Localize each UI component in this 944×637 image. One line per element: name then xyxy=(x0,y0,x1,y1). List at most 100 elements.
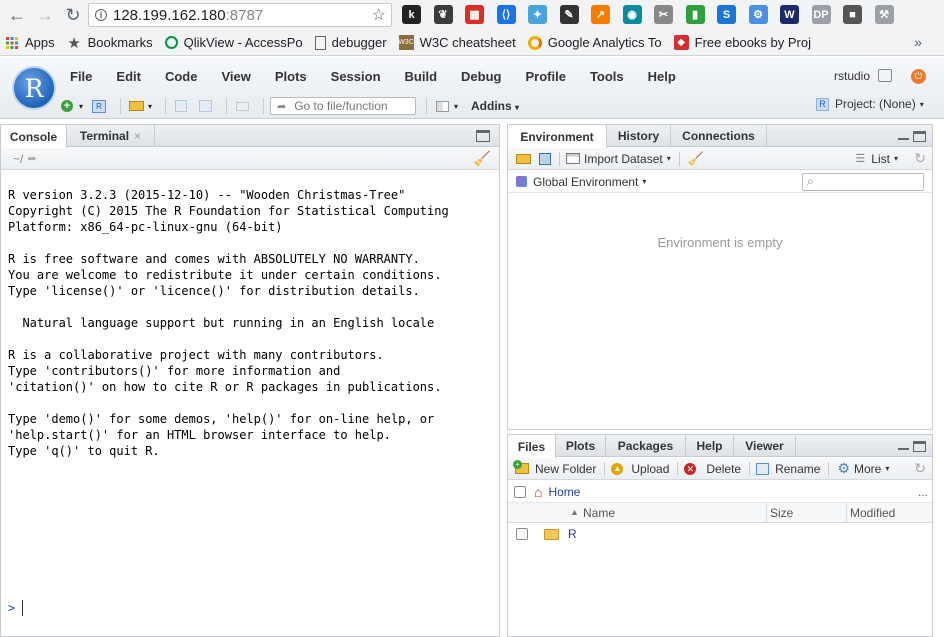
import-dataset-button[interactable]: Import Dataset ▾ xyxy=(566,152,671,166)
more-menu[interactable]: ⚙ More ▾ xyxy=(837,460,889,477)
dp-ext-icon[interactable]: DP xyxy=(811,5,831,24)
project-menu[interactable]: R Project: (None) ▾ xyxy=(816,97,924,111)
bars-ext-icon[interactable]: ▮ xyxy=(685,5,705,24)
breadcrumb-home-link[interactable]: Home xyxy=(548,485,580,499)
bookmark-apps[interactable]: Apps xyxy=(4,35,55,50)
save-workspace-icon[interactable] xyxy=(539,152,551,165)
bookmark-google-analytics[interactable]: Google Analytics To xyxy=(527,35,662,50)
eye-ext-icon[interactable]: ◉ xyxy=(622,5,642,24)
minimize-pane-icon[interactable] xyxy=(898,447,909,450)
menu-session[interactable]: Session xyxy=(331,69,381,84)
environment-search-input[interactable]: ⌕ xyxy=(802,173,924,191)
pane-layout-icon[interactable] xyxy=(433,98,451,114)
column-header-size[interactable]: Size xyxy=(770,506,793,520)
proxy-ext-icon[interactable]: ⚙ xyxy=(748,5,768,24)
bookmark-qlikview[interactable]: QlikView - AccessPo xyxy=(164,35,303,50)
tab-environment[interactable]: Environment xyxy=(508,125,607,148)
new-folder-button[interactable]: + New Folder xyxy=(513,460,596,476)
tab-terminal[interactable]: Terminal × xyxy=(67,125,155,147)
refresh-icon[interactable]: ↻ xyxy=(914,460,926,477)
menu-build[interactable]: Build xyxy=(405,69,438,84)
open-file-dropdown-icon[interactable]: ▾ xyxy=(147,98,153,114)
menu-help[interactable]: Help xyxy=(648,69,676,84)
maximize-pane-icon[interactable] xyxy=(913,131,926,142)
column-header-modified[interactable]: Modified xyxy=(850,506,895,520)
column-header-name[interactable]: Name xyxy=(583,506,615,520)
bookmark-w3c[interactable]: W3C W3C cheatsheet xyxy=(398,35,516,50)
forward-arrow-icon[interactable]: → xyxy=(34,4,56,26)
sign-out-icon[interactable] xyxy=(878,69,892,82)
minimize-pane-icon[interactable] xyxy=(898,137,909,140)
info-icon[interactable]: i xyxy=(95,9,107,21)
back-arrow-icon[interactable]: ← xyxy=(6,4,28,26)
clear-workspace-icon[interactable]: 🧹 xyxy=(688,151,704,167)
tab-help[interactable]: Help xyxy=(686,435,734,457)
address-bar[interactable]: i 128.199.162.180:8787 ☆ xyxy=(88,3,392,27)
menu-tools[interactable]: Tools xyxy=(590,69,624,84)
evernote-icon[interactable]: ❦ xyxy=(433,5,453,24)
new-project-icon[interactable]: R xyxy=(90,98,108,114)
goto-dir-icon[interactable]: ➦ xyxy=(27,152,36,165)
refresh-icon[interactable]: ↻ xyxy=(914,150,926,167)
tab-packages[interactable]: Packages xyxy=(606,435,686,457)
tab-history[interactable]: History xyxy=(607,125,671,147)
chart-ext-icon[interactable]: ↗ xyxy=(591,5,610,24)
menu-code[interactable]: Code xyxy=(165,69,198,84)
maximize-pane-icon[interactable] xyxy=(913,441,926,452)
open-file-icon[interactable] xyxy=(127,98,145,114)
new-file-icon[interactable]: + xyxy=(58,98,76,114)
menu-plots[interactable]: Plots xyxy=(275,69,307,84)
home-icon[interactable]: ⌂ xyxy=(534,484,542,500)
dropper-ext-icon[interactable]: ✎ xyxy=(559,5,579,24)
environment-scope-menu[interactable]: Global Environment ▾ xyxy=(516,175,646,189)
console-input[interactable] xyxy=(22,600,23,616)
tab-viewer[interactable]: Viewer xyxy=(734,435,796,457)
quit-session-icon[interactable]: ⏻ xyxy=(911,69,926,84)
select-all-checkbox[interactable] xyxy=(514,485,526,498)
more-bookmarks-button[interactable]: » xyxy=(914,34,922,50)
menu-view[interactable]: View xyxy=(221,69,250,84)
goto-file-input[interactable]: ➦ Go to file/function xyxy=(270,97,416,115)
tab-label: Environment xyxy=(520,129,594,144)
w-ext-icon[interactable]: W xyxy=(780,5,799,24)
pane-layout-dropdown-icon[interactable]: ▾ xyxy=(453,98,459,114)
load-workspace-icon[interactable] xyxy=(516,153,531,164)
row-checkbox[interactable] xyxy=(516,528,528,540)
k-icon[interactable]: k xyxy=(402,5,421,24)
s-ext-icon[interactable]: S xyxy=(717,5,736,24)
tab-console[interactable]: Console xyxy=(1,125,67,148)
grid-ext-icon[interactable]: ▦ xyxy=(465,5,484,24)
tab-connections[interactable]: Connections xyxy=(671,125,767,147)
file-name-link[interactable]: R xyxy=(568,527,577,541)
tab-files[interactable]: Files xyxy=(508,435,556,458)
menu-edit[interactable]: Edit xyxy=(116,69,141,84)
delete-button[interactable]: ✕ Delete xyxy=(684,462,741,476)
browse-dir-button[interactable]: ... xyxy=(918,485,928,499)
reload-icon[interactable]: ↻ xyxy=(62,4,84,26)
addins-menu[interactable]: Addins ▾ xyxy=(471,99,519,113)
list-view-menu[interactable]: ☰ List ▾ xyxy=(855,152,898,166)
bookmark-star-icon[interactable]: ☆ xyxy=(372,5,386,25)
close-icon[interactable]: × xyxy=(134,129,141,143)
bookmark-free-ebooks[interactable]: ◆ Free ebooks by Proj xyxy=(673,35,811,50)
bracket-ext-icon[interactable]: ⟨⟩ xyxy=(496,5,516,24)
bookmark-bookmarks[interactable]: ★ Bookmarks xyxy=(67,35,152,52)
menu-debug[interactable]: Debug xyxy=(461,69,501,84)
print-icon[interactable] xyxy=(233,98,251,114)
table-row[interactable]: R xyxy=(508,523,932,545)
menu-file[interactable]: File xyxy=(70,69,92,84)
save-icon[interactable] xyxy=(172,98,190,114)
tab-plots[interactable]: Plots xyxy=(556,435,606,457)
rename-button[interactable]: Rename xyxy=(756,462,820,476)
new-file-dropdown-icon[interactable]: ▾ xyxy=(78,98,84,114)
restore-pane-icon[interactable] xyxy=(476,130,490,142)
screenshot-ext-icon[interactable]: ✂ xyxy=(654,5,673,24)
clear-console-icon[interactable]: 🧹 xyxy=(474,150,491,167)
save-all-icon[interactable] xyxy=(196,98,214,114)
upload-button[interactable]: ▲ Upload xyxy=(611,462,669,476)
puzzle-ext-icon[interactable]: ✦ xyxy=(528,5,547,24)
square-ext-icon[interactable]: ■ xyxy=(843,5,862,24)
menu-profile[interactable]: Profile xyxy=(525,69,565,84)
tools-ext-icon[interactable]: ⚒ xyxy=(874,5,894,24)
bookmark-debugger[interactable]: debugger xyxy=(314,35,387,50)
